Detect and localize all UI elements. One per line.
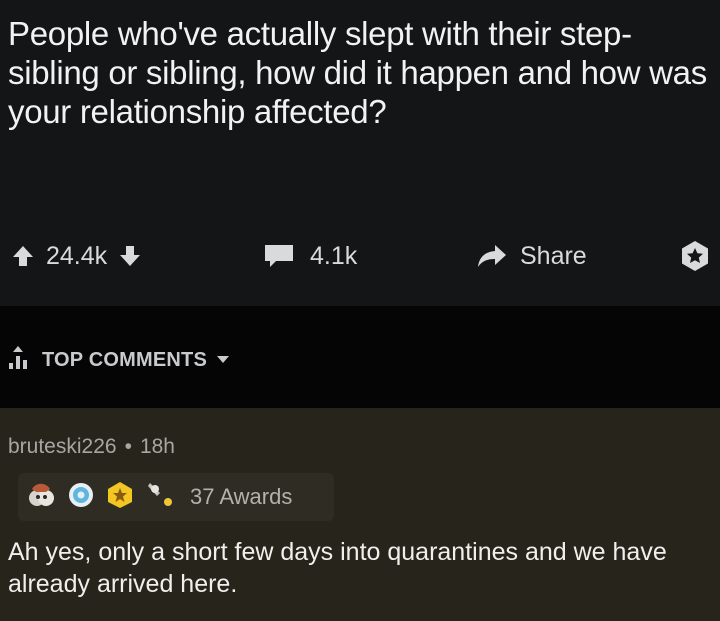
comment-body: Ah yes, only a short few days into quara… <box>8 538 667 598</box>
helpful-award-icon <box>26 480 56 515</box>
downvote-arrow-icon[interactable] <box>117 243 143 269</box>
comments-button[interactable]: 4.1k <box>262 232 357 280</box>
sort-bars-icon <box>8 345 34 376</box>
sort-dropdown[interactable]: TOP COMMENTS <box>8 340 230 380</box>
sort-label: TOP COMMENTS <box>42 348 208 371</box>
post-actions-bar: 24.4k 4.1k Share <box>0 232 720 280</box>
comment-bubble-icon <box>262 242 296 270</box>
comment-age: 18h <box>139 435 175 458</box>
comment-card: bruteski226 • 18h 37 Awards Ah yes, only… <box>0 408 720 621</box>
silver-award-icon <box>146 480 176 515</box>
comment-meta: bruteski226 • 18h <box>8 435 175 459</box>
awards-pill[interactable]: 37 Awards <box>18 473 334 521</box>
gold-award-icon <box>106 481 134 514</box>
platinum-award-icon <box>68 482 94 513</box>
post-title[interactable]: People who've actually slept with their … <box>8 14 714 131</box>
chevron-down-icon <box>216 351 230 369</box>
share-label: Share <box>520 241 587 270</box>
vote-controls: 24.4k <box>10 232 143 280</box>
upvote-arrow-icon[interactable] <box>10 243 36 269</box>
post-card: People who've actually slept with their … <box>0 0 720 306</box>
upvote-count: 24.4k <box>46 241 108 270</box>
share-arrow-icon <box>476 243 508 269</box>
comment-count: 4.1k <box>310 241 358 270</box>
awards-count: 37 Awards <box>190 484 293 509</box>
comment-author[interactable]: bruteski226 <box>8 435 117 459</box>
share-button[interactable]: Share <box>476 232 587 280</box>
meta-separator: • <box>124 435 132 458</box>
comment-sort-bar: TOP COMMENTS <box>0 306 720 408</box>
award-button[interactable] <box>678 232 712 280</box>
award-star-icon <box>678 239 712 273</box>
